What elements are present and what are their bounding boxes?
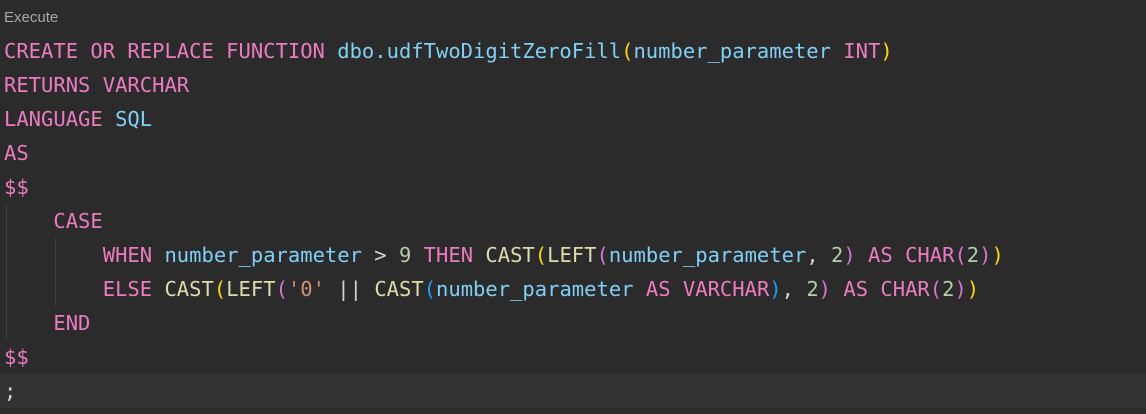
code-line[interactable]: $$	[4, 340, 1146, 374]
code-token-keyword: AS	[645, 277, 683, 301]
code-token-keyword: CREATE OR REPLACE FUNCTION	[4, 39, 338, 63]
code-token-paren3: (	[423, 277, 437, 301]
code-line[interactable]: RETURNS VARCHAR	[4, 68, 1146, 102]
indent-guide	[6, 272, 7, 306]
code-line[interactable]: LANGUAGE SQL	[4, 102, 1146, 136]
code-token-type: CHAR	[905, 243, 955, 267]
indent-guide	[6, 306, 7, 340]
code-token-op: ||	[337, 277, 375, 301]
code-token-ident: SQL	[115, 107, 153, 131]
execute-codelens[interactable]: Execute	[4, 8, 58, 28]
code-token-dollar: $$	[4, 345, 29, 369]
code-token-keyword: AS	[4, 141, 29, 165]
code-token-paren: (	[534, 243, 548, 267]
code-token-dollar: $$	[4, 175, 29, 199]
code-area[interactable]: CREATE OR REPLACE FUNCTION dbo.udfTwoDig…	[0, 34, 1146, 408]
code-token-number: 2	[806, 277, 819, 301]
code-token-ident: number_parameter	[164, 243, 375, 267]
code-line[interactable]: $$	[4, 170, 1146, 204]
code-token-paren3: )	[769, 277, 782, 301]
code-token-type: INT	[843, 39, 881, 63]
code-token-number: 9	[398, 243, 424, 267]
code-token-func: LEFT	[547, 243, 597, 267]
code-token-ident: number_parameter	[608, 243, 807, 267]
code-token-string: '0'	[287, 277, 338, 301]
code-token-ident: dbo.udfTwoDigitZeroFill	[337, 39, 622, 63]
code-token-paren2: )	[954, 277, 967, 301]
code-line[interactable]: CASE	[4, 204, 1146, 238]
code-token-paren: )	[880, 39, 893, 63]
code-token-func: CAST	[374, 277, 424, 301]
indent-guide	[55, 272, 57, 306]
code-token-paren: )	[966, 277, 980, 301]
code-token-type: VARCHAR	[102, 73, 190, 97]
code-token-paren2: (	[275, 277, 288, 301]
code-token-keyword: CASE	[53, 209, 103, 233]
code-token-op: ,	[781, 277, 807, 301]
code-token-keyword: END	[53, 311, 91, 335]
code-line[interactable]: WHEN number_parameter > 9 THEN CAST(LEFT…	[4, 238, 1146, 272]
code-editor[interactable]: Execute CREATE OR REPLACE FUNCTION dbo.u…	[0, 0, 1146, 414]
indent-guide	[55, 238, 57, 272]
code-token-type: VARCHAR	[682, 277, 770, 301]
code-token-keyword: THEN	[423, 243, 486, 267]
code-token-keyword: AS	[868, 243, 906, 267]
code-token-keyword: WHEN	[102, 243, 165, 267]
code-token-keyword: AS	[843, 277, 881, 301]
code-token-paren: (	[621, 39, 634, 63]
code-line[interactable]: END	[4, 306, 1146, 340]
code-token-ident: number_parameter	[436, 277, 646, 301]
code-token-func: CAST	[485, 243, 535, 267]
code-token-paren2: )	[818, 277, 844, 301]
code-token-paren2: (	[929, 277, 943, 301]
indent-guide	[6, 238, 7, 272]
code-token-paren2: )	[843, 243, 869, 267]
code-token-op: ,	[806, 243, 831, 267]
code-token-number: 2	[942, 277, 955, 301]
code-token-paren2: (	[596, 243, 609, 267]
code-line[interactable]: CREATE OR REPLACE FUNCTION dbo.udfTwoDig…	[4, 34, 1146, 68]
code-token-type: CHAR	[880, 277, 930, 301]
code-token-paren: (	[213, 277, 227, 301]
indent-guide	[6, 204, 7, 238]
code-token-op: >	[374, 243, 399, 267]
code-token-keyword: ELSE	[102, 277, 165, 301]
code-token-paren2: )	[979, 243, 992, 267]
code-token-keyword: LANGUAGE	[4, 107, 116, 131]
code-token-func: CAST	[164, 277, 214, 301]
code-token-op: ;	[4, 379, 17, 403]
code-token-paren: )	[991, 243, 1004, 267]
code-line[interactable]: AS	[4, 136, 1146, 170]
code-token-number: 2	[831, 243, 844, 267]
code-token-func: LEFT	[226, 277, 276, 301]
code-token-paren2: (	[954, 243, 967, 267]
code-line[interactable]: ELSE CAST(LEFT('0' || CAST(number_parame…	[4, 272, 1146, 306]
code-token-number: 2	[966, 243, 980, 267]
code-token-keyword: RETURNS	[4, 73, 103, 97]
code-line[interactable]: ;	[0, 374, 1146, 408]
code-token-ident: number_parameter	[633, 39, 844, 63]
